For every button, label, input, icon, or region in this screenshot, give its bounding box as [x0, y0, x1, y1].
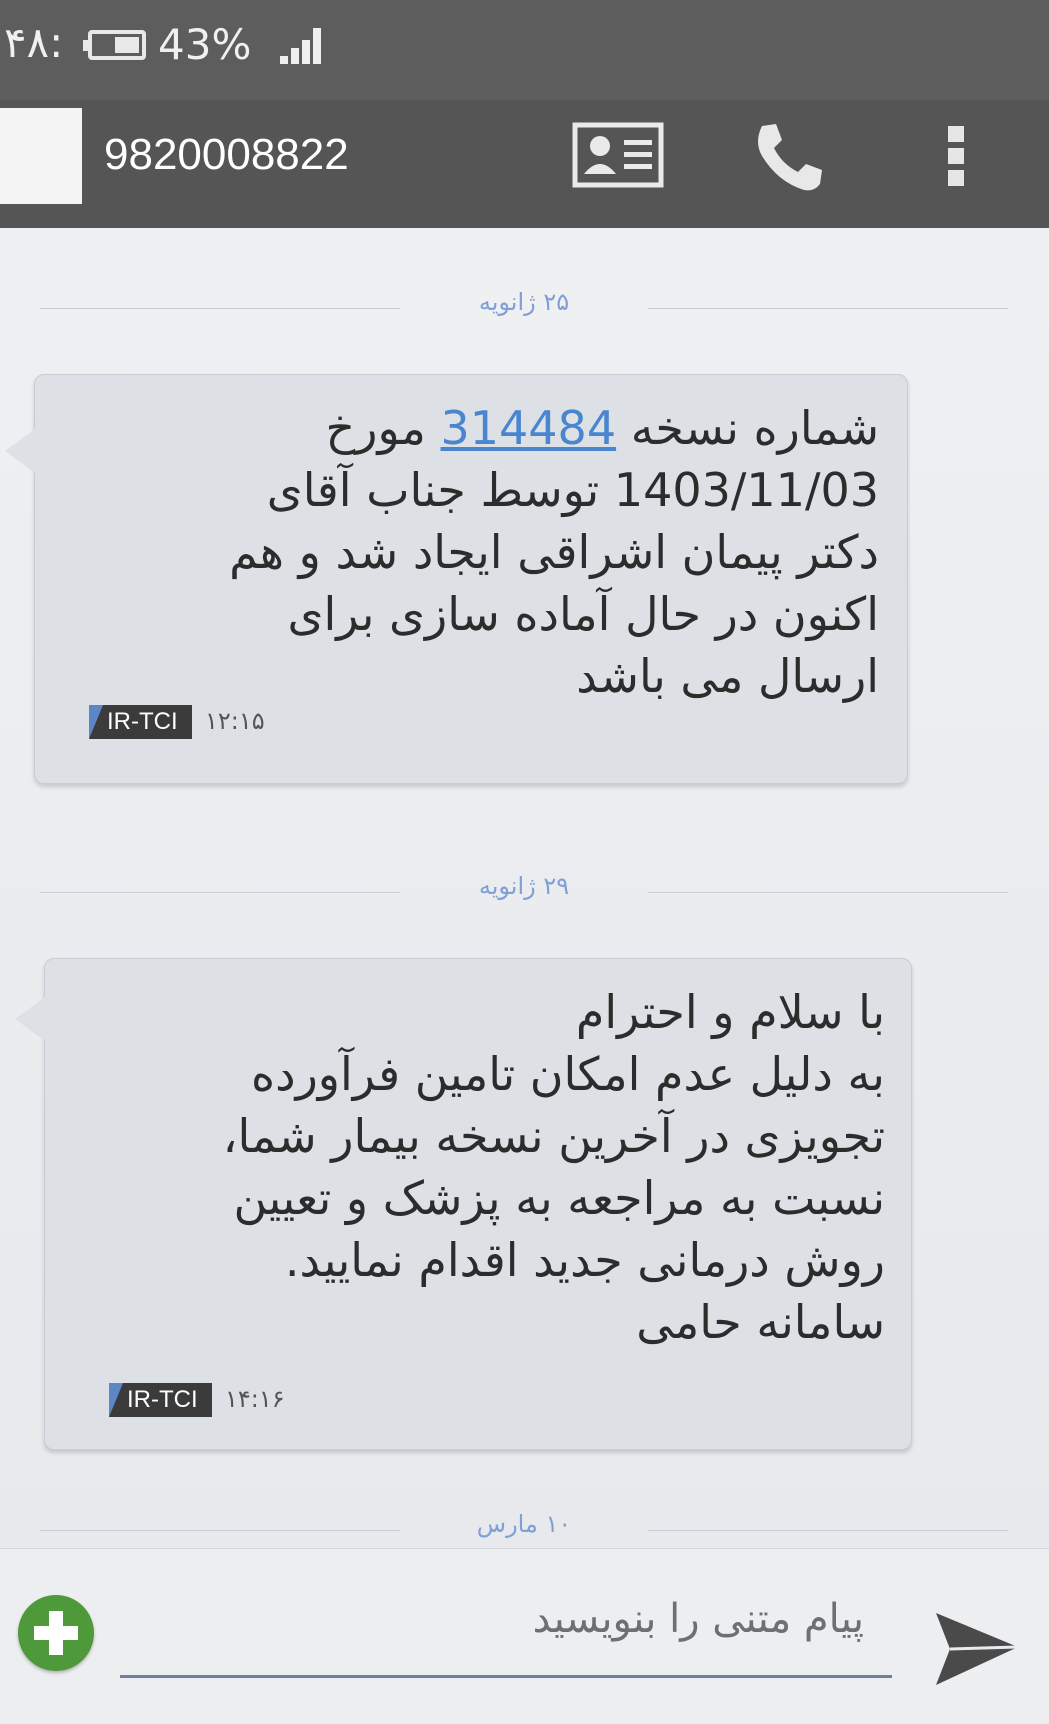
message-line: ارسال می باشد — [576, 649, 879, 703]
message-text: شماره نسخه 314484 مورخ 1403/11/03 توسط ج… — [69, 397, 879, 707]
message-line: نسبت به مراجعه به پزشک و تعیین — [233, 1171, 885, 1225]
conversation-header: 9820008822 — [0, 100, 1049, 228]
signal-icon — [280, 28, 332, 64]
message-meta: IR-TCI ۱۴:۱۶ — [109, 1383, 349, 1417]
date-label: ۲۵ ژانویه — [478, 288, 570, 316]
message-line: سامانه حامی — [636, 1295, 885, 1349]
message-bubble[interactable]: شماره نسخه 314484 مورخ 1403/11/03 توسط ج… — [5, 374, 908, 784]
message-line: به دلیل عدم امکان تامین فرآورده — [250, 1047, 885, 1101]
message-time: ۱۲:۱۵ — [205, 707, 265, 735]
status-bar: ۴۸: 43% — [0, 0, 1049, 100]
message-line: با سلام و احترام — [575, 985, 885, 1039]
contact-card-icon[interactable] — [572, 122, 664, 188]
message-line: اکنون در حال آماده سازی برای — [287, 587, 879, 641]
attach-button[interactable] — [18, 1595, 94, 1671]
message-line: 1403/11/03 توسط جناب آقای — [266, 463, 879, 517]
date-separator: ۱۰ مارس — [0, 1510, 1049, 1550]
message-input[interactable] — [120, 1579, 892, 1659]
send-icon[interactable] — [932, 1607, 1022, 1691]
message-list[interactable]: ۲۵ ژانویه شماره نسخه 314484 مورخ 1403/11… — [0, 228, 1049, 1548]
input-underline — [120, 1675, 892, 1678]
message-text: با سلام و احترام به دلیل عدم امکان تامین… — [69, 981, 885, 1353]
message-meta: IR-TCI ۱۲:۱۵ — [89, 705, 329, 739]
more-options-icon[interactable] — [948, 126, 966, 190]
avatar[interactable] — [0, 108, 82, 204]
bubble-tail — [15, 997, 45, 1041]
battery-percentage: 43% — [158, 20, 252, 69]
call-icon[interactable] — [748, 118, 828, 198]
composer-bar — [0, 1548, 1049, 1724]
date-separator: ۲۹ ژانویه — [0, 872, 1049, 912]
message-time: ۱۴:۱۶ — [225, 1385, 285, 1413]
date-label: ۱۰ مارس — [476, 1510, 572, 1538]
message-line: تجویزی در آخرین نسخه بیمار شما، — [222, 1109, 885, 1163]
message-line: روش درمانی جدید اقدام نمایید. — [284, 1233, 885, 1287]
battery-icon — [83, 30, 146, 60]
message-line: دکتر پیمان اشراقی ایجاد شد و هم — [229, 525, 879, 579]
message-bubble[interactable]: با سلام و احترام به دلیل عدم امکان تامین… — [15, 958, 912, 1450]
sim-badge: IR-TCI — [89, 705, 192, 739]
contact-number: 9820008822 — [104, 130, 349, 179]
message-line: شماره نسخه 314484 مورخ — [325, 401, 879, 455]
prescription-number-link[interactable]: 314484 — [440, 401, 616, 455]
date-label: ۲۹ ژانویه — [478, 872, 570, 900]
bubble-tail — [5, 429, 35, 473]
sim-badge: IR-TCI — [109, 1383, 212, 1417]
status-time: ۴۸: — [4, 18, 64, 67]
date-separator: ۲۵ ژانویه — [0, 288, 1049, 328]
